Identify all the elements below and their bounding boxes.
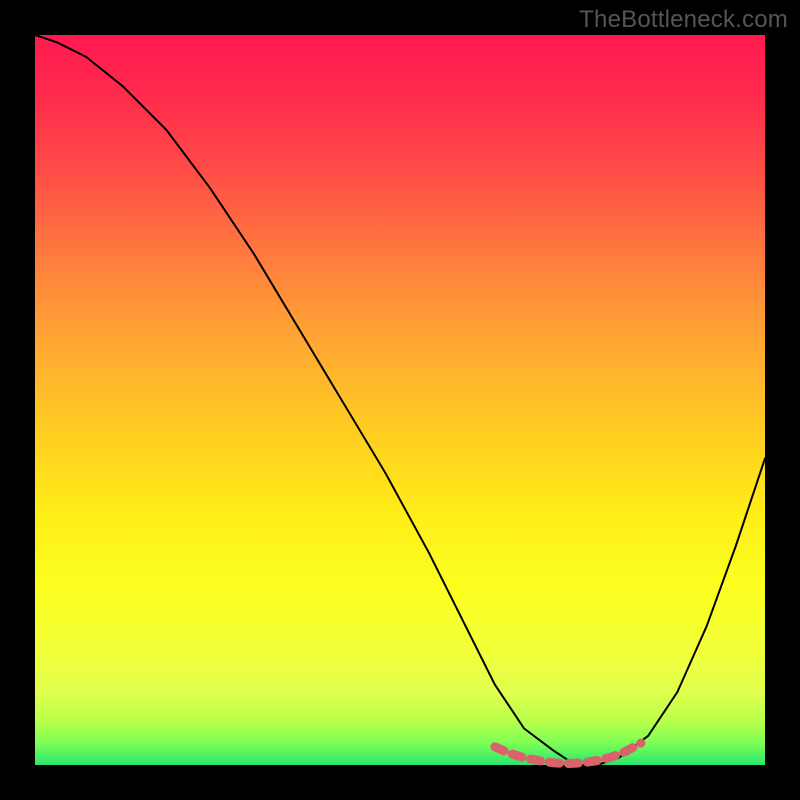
watermark-text: TheBottleneck.com bbox=[579, 6, 788, 34]
bottleneck-curve-path bbox=[35, 35, 765, 765]
chart-container: TheBottleneck.com bbox=[0, 0, 800, 800]
optimal-band-path bbox=[495, 743, 641, 763]
curve-layer bbox=[35, 35, 765, 765]
plot-area bbox=[35, 35, 765, 765]
